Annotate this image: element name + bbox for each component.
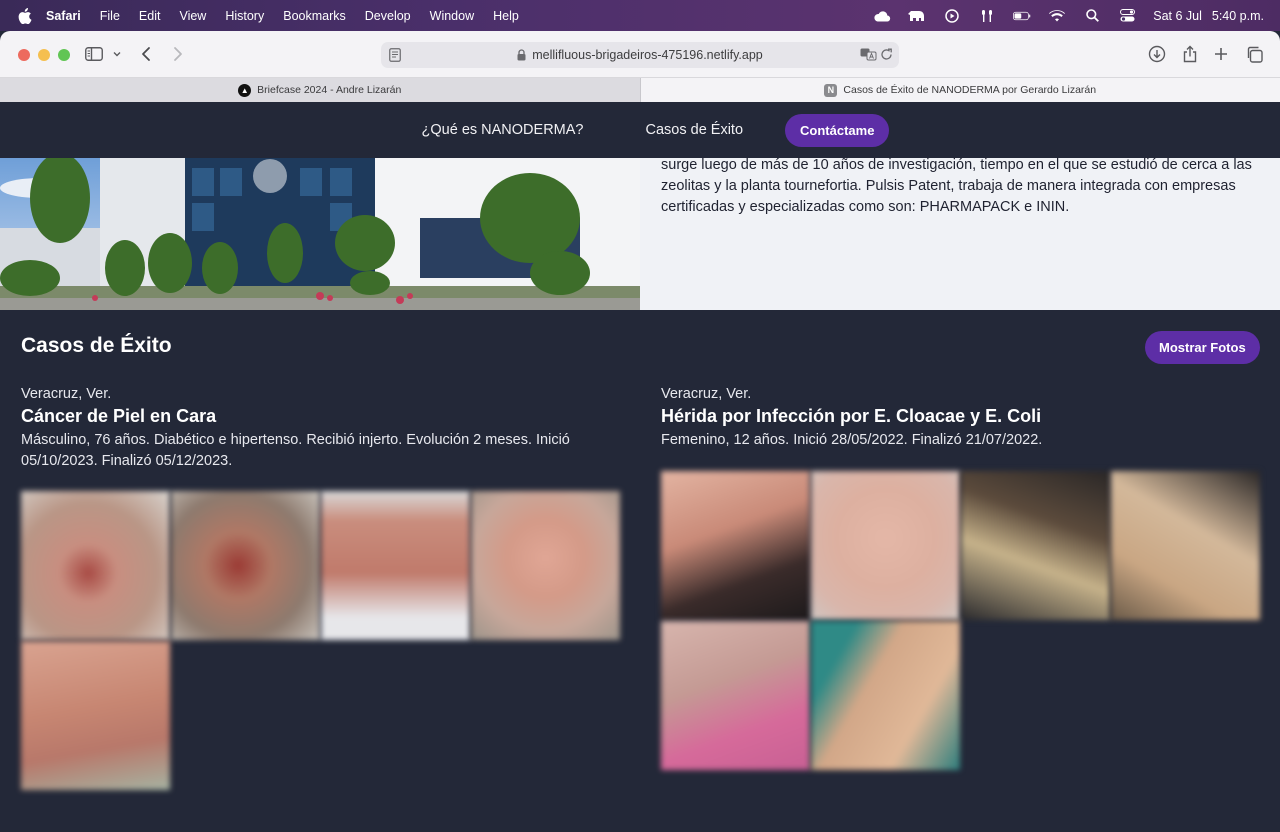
- case-card-1: Veracruz, Ver. Cáncer de Piel en Cara Má…: [21, 386, 621, 472]
- case-description: Másculino, 76 años. Diabético e hiperten…: [21, 432, 570, 469]
- new-tab-icon[interactable]: [1214, 44, 1228, 64]
- reader-mode-icon[interactable]: [389, 48, 401, 65]
- tab-casos-de-exito[interactable]: N Casos de Éxito de NANODERMA por Gerard…: [640, 78, 1280, 102]
- address-bar[interactable]: mellifluous-brigadeiros-475196.netlify.a…: [381, 42, 899, 68]
- close-window-button[interactable]: [18, 49, 30, 61]
- menubar-date: Sat 6 Jul: [1153, 8, 1202, 23]
- case-photo[interactable]: [21, 491, 170, 640]
- menu-safari[interactable]: Safari: [46, 9, 81, 23]
- web-page: ¿Qué es NANODERMA? Casos de Éxito Contác…: [0, 102, 1280, 832]
- macos-menubar: Safari File Edit View History Bookmarks …: [0, 0, 1280, 31]
- case-photo[interactable]: [471, 491, 620, 640]
- case-location: Veracruz, Ver.: [661, 386, 752, 402]
- menubar-clock[interactable]: Sat 6 Jul 5:40 p.m.: [1153, 9, 1264, 23]
- spotlight-search-icon[interactable]: [1083, 9, 1101, 23]
- menu-edit[interactable]: Edit: [139, 9, 161, 23]
- wifi-icon[interactable]: [1048, 9, 1066, 23]
- airpods-icon[interactable]: [978, 9, 996, 23]
- nanoderma-favicon-icon: N: [824, 83, 838, 97]
- battery-icon[interactable]: [1013, 9, 1031, 23]
- apple-icon[interactable]: [18, 7, 32, 24]
- case-photo[interactable]: [811, 621, 960, 770]
- site-navigation: ¿Qué es NANODERMA? Casos de Éxito Contác…: [0, 102, 1280, 158]
- minimize-window-button[interactable]: [38, 49, 50, 61]
- building-photo: [0, 158, 640, 310]
- case-2-photo-gallery: [661, 471, 1261, 771]
- url-text: mellifluous-brigadeiros-475196.netlify.a…: [532, 48, 763, 62]
- reload-icon[interactable]: [880, 48, 893, 64]
- case-photo[interactable]: [661, 621, 810, 770]
- case-photo[interactable]: [171, 491, 320, 640]
- menu-bookmarks[interactable]: Bookmarks: [283, 9, 346, 23]
- case-card-2: Veracruz, Ver. Hérida por Infección por …: [661, 386, 1261, 451]
- menu-file[interactable]: File: [100, 9, 120, 23]
- nav-link-que-es-nanoderma[interactable]: ¿Qué es NANODERMA?: [422, 122, 584, 138]
- lock-icon: [517, 49, 526, 61]
- case-photo[interactable]: [321, 491, 470, 640]
- menu-window[interactable]: Window: [430, 9, 474, 23]
- tab-title: Casos de Éxito de NANODERMA por Gerardo …: [843, 84, 1097, 96]
- case-title: Cáncer de Piel en Cara: [21, 406, 217, 426]
- section-title: Casos de Éxito: [21, 334, 172, 357]
- back-arrow-icon[interactable]: [141, 44, 151, 64]
- share-icon[interactable]: [1182, 44, 1198, 64]
- menu-help[interactable]: Help: [493, 9, 519, 23]
- menu-view[interactable]: View: [179, 9, 206, 23]
- translate-icon[interactable]: [860, 48, 877, 64]
- nav-link-casos-de-exito[interactable]: Casos de Éxito: [646, 122, 744, 138]
- contact-button[interactable]: Contáctame: [785, 113, 890, 147]
- about-paragraph: surge luego de más de 10 años de investi…: [661, 157, 1252, 215]
- menubar-time: 5:40 p.m.: [1211, 8, 1264, 23]
- safari-toolbar: mellifluous-brigadeiros-475196.netlify.a…: [0, 31, 1280, 77]
- chevron-down-icon[interactable]: [113, 44, 121, 64]
- downloads-icon[interactable]: [1148, 44, 1166, 64]
- case-location: Veracruz, Ver.: [21, 386, 112, 402]
- show-photos-button[interactable]: Mostrar Fotos: [1145, 331, 1260, 364]
- case-photo[interactable]: [661, 471, 810, 620]
- menu-history[interactable]: History: [225, 9, 264, 23]
- tab-overview-icon[interactable]: [1246, 44, 1263, 64]
- control-center-icon[interactable]: [1118, 9, 1136, 23]
- elephant-app-icon[interactable]: [908, 9, 926, 23]
- sidebar-toggle-icon[interactable]: [85, 44, 103, 64]
- forward-arrow-icon[interactable]: [173, 44, 183, 64]
- case-1-photo-gallery: [21, 491, 621, 791]
- case-photo[interactable]: [811, 471, 960, 620]
- window-controls: [18, 49, 70, 61]
- browser-tab-bar: ▲ Briefcase 2024 - Andre Lizarán N Casos…: [0, 77, 1280, 102]
- case-photo[interactable]: [1111, 471, 1260, 620]
- menu-develop[interactable]: Develop: [365, 9, 411, 23]
- tab-title: Briefcase 2024 - Andre Lizarán: [257, 84, 402, 96]
- zoom-window-button[interactable]: [58, 49, 70, 61]
- tab-briefcase[interactable]: ▲ Briefcase 2024 - Andre Lizarán: [0, 78, 641, 102]
- icloud-icon[interactable]: [873, 9, 891, 23]
- about-section: surge luego de más de 10 años de investi…: [0, 157, 1280, 310]
- case-description: Femenino, 12 años. Inició 28/05/2022. Fi…: [661, 432, 1043, 448]
- triangle-logo-icon: ▲: [238, 83, 252, 97]
- case-photo[interactable]: [961, 471, 1110, 620]
- case-photo[interactable]: [21, 641, 170, 790]
- about-text-panel: surge luego de más de 10 años de investi…: [640, 157, 1280, 310]
- play-circle-icon[interactable]: [943, 8, 961, 23]
- case-title: Hérida por Infección por E. Cloacae y E.…: [661, 406, 1042, 426]
